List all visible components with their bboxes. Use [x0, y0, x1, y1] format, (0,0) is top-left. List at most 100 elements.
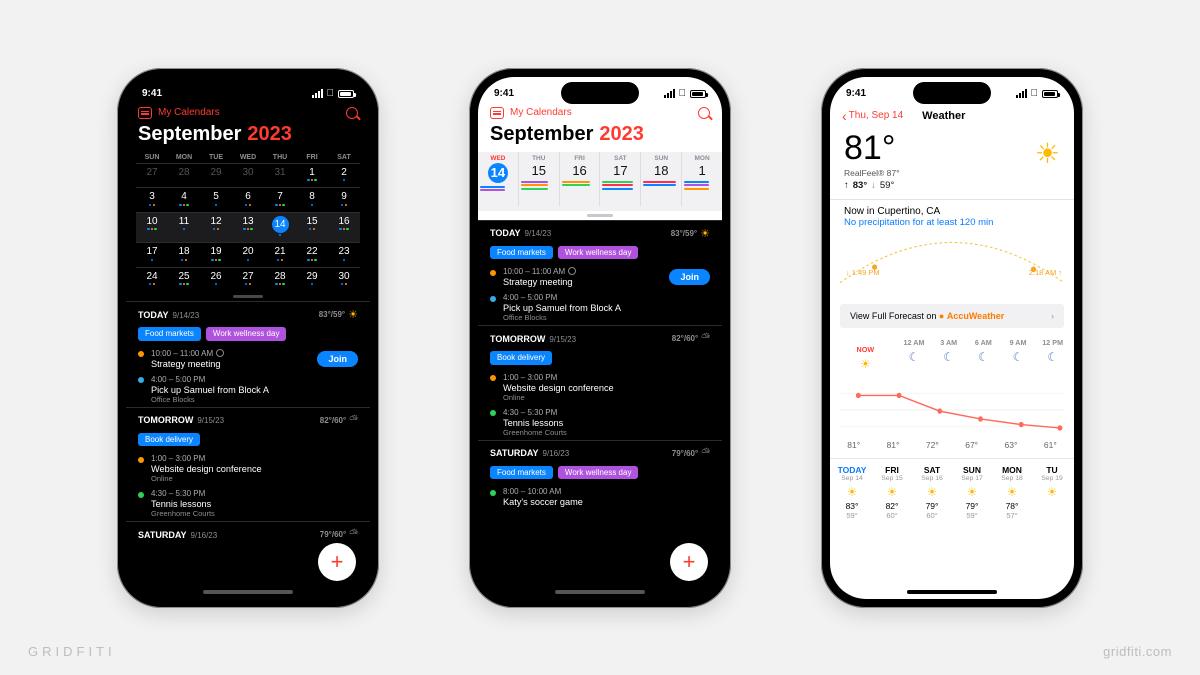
week-day[interactable]: THU15: [519, 152, 560, 206]
calendar-day[interactable]: 8: [296, 188, 328, 212]
event-tag[interactable]: Work wellness day: [558, 466, 639, 480]
calendar-day[interactable]: 16: [328, 213, 360, 243]
home-indicator[interactable]: [203, 590, 293, 594]
back-date[interactable]: Thu, Sep 14: [849, 110, 903, 121]
event-row[interactable]: 1:00 – 3:00 PM Website design conference…: [126, 451, 370, 486]
calendar-day[interactable]: 9: [328, 188, 360, 212]
calendar-day[interactable]: 1: [296, 164, 328, 188]
month-grid[interactable]: SUNMONTUEWEDTHUFRISAT2728293031123456789…: [126, 152, 370, 292]
calendar-day[interactable]: 4: [168, 188, 200, 212]
calendar-day[interactable]: 15: [296, 213, 328, 243]
event-tag[interactable]: Work wellness day: [558, 246, 639, 260]
calendar-day[interactable]: 6: [232, 188, 264, 212]
calendar-day[interactable]: 13: [232, 213, 264, 243]
calendar-day[interactable]: 20: [232, 243, 264, 267]
week-day[interactable]: SUN18: [641, 152, 682, 206]
week-day[interactable]: FRI16: [560, 152, 601, 206]
daily-col[interactable]: TUSep 19☀︎: [1032, 465, 1072, 520]
join-button[interactable]: Join: [317, 351, 358, 367]
week-strip[interactable]: WED14 THU15 FRI16 SAT17 SUN18 MON1: [478, 152, 722, 211]
calendar-day[interactable]: 10: [136, 213, 168, 243]
dynamic-island: [561, 82, 639, 104]
calendar-day[interactable]: 29: [200, 164, 232, 188]
back-button[interactable]: My Calendars: [490, 107, 572, 119]
add-event-button[interactable]: +: [318, 543, 356, 581]
calendar-day[interactable]: 21: [264, 243, 296, 267]
daily-col[interactable]: SUNSep 17☀︎ 79°59°: [952, 465, 992, 520]
daily-forecast[interactable]: TODAYSep 14☀︎ 83°59° FRISep 15☀︎ 82°60° …: [830, 458, 1074, 520]
calendar-day[interactable]: 30: [232, 164, 264, 188]
event-tag[interactable]: Food markets: [490, 246, 553, 260]
calendar-day[interactable]: 2: [328, 164, 360, 188]
event-row[interactable]: 4:00 – 5:00 PM Pick up Samuel from Block…: [478, 290, 722, 325]
calendar-day[interactable]: 17: [136, 243, 168, 267]
hourly-col[interactable]: 3 AM☾: [931, 338, 966, 378]
home-indicator[interactable]: [907, 590, 997, 594]
calendar-day[interactable]: 18: [168, 243, 200, 267]
event-tag[interactable]: Book delivery: [138, 433, 200, 447]
dynamic-island: [209, 82, 287, 104]
month-title[interactable]: September 2023: [478, 123, 722, 152]
precip-text[interactable]: No precipitation for at least 120 min: [844, 217, 1060, 228]
event-tag[interactable]: Food markets: [138, 327, 201, 341]
event-tag[interactable]: Food markets: [490, 466, 553, 480]
event-tag[interactable]: Book delivery: [490, 351, 552, 365]
calendar-day[interactable]: 26: [200, 268, 232, 292]
daily-col[interactable]: FRISep 15☀︎ 82°60°: [872, 465, 912, 520]
calendar-day[interactable]: 27: [232, 268, 264, 292]
event-tag[interactable]: Work wellness day: [206, 327, 287, 341]
month-title[interactable]: September 2023: [126, 123, 370, 152]
calendar-day[interactable]: 5: [200, 188, 232, 212]
chevron-left-icon[interactable]: ‹: [842, 108, 847, 124]
calendar-day[interactable]: 12: [200, 213, 232, 243]
wifi-icon: 􀙇: [327, 88, 335, 99]
calendar-day[interactable]: 28: [168, 164, 200, 188]
calendar-day[interactable]: 29: [296, 268, 328, 292]
event-row[interactable]: 10:00 – 11:00 AM Strategy meeting Join: [126, 346, 370, 372]
week-day[interactable]: MON1: [682, 152, 722, 206]
calendar-day[interactable]: 3: [136, 188, 168, 212]
hourly-col[interactable]: NOW☀︎: [834, 338, 897, 378]
event-row[interactable]: 4:30 – 5:30 PM Tennis lessonsGreenhome C…: [126, 486, 370, 521]
calendar-day[interactable]: 24: [136, 268, 168, 292]
daily-col[interactable]: SATSep 16☀︎ 79°60°: [912, 465, 952, 520]
calendar-day[interactable]: 22: [296, 243, 328, 267]
calendar-day[interactable]: 7: [264, 188, 296, 212]
hourly-col[interactable]: 9 AM☾: [1001, 338, 1036, 378]
back-button[interactable]: My Calendars: [138, 107, 220, 119]
calendar-day[interactable]: 14: [264, 213, 296, 243]
calendar-day[interactable]: 28: [264, 268, 296, 292]
full-forecast-link[interactable]: View Full Forecast on ● AccuWeather ›: [840, 304, 1064, 328]
calendar-day[interactable]: 25: [168, 268, 200, 292]
calendar-day[interactable]: 31: [264, 164, 296, 188]
calendar-day[interactable]: 11: [168, 213, 200, 243]
home-indicator[interactable]: [555, 590, 645, 594]
search-icon[interactable]: [346, 107, 358, 119]
calendars-icon: [138, 107, 152, 119]
daily-col[interactable]: TODAYSep 14☀︎ 83°59°: [832, 465, 872, 520]
phone-week-view: 9:41 􀙇 My Calendars September 2023: [469, 68, 731, 608]
hourly-col[interactable]: 6 AM☾: [966, 338, 1001, 378]
drag-handle[interactable]: [587, 214, 613, 217]
event-row[interactable]: 4:00 – 5:00 PM Pick up Samuel from Block…: [126, 372, 370, 407]
event-row[interactable]: 4:30 – 5:30 PM Tennis lessonsGreenhome C…: [478, 405, 722, 440]
drag-handle[interactable]: [233, 295, 263, 298]
calendar-day[interactable]: 23: [328, 243, 360, 267]
event-row[interactable]: 10:00 – 11:00 AM Strategy meeting Join: [478, 264, 722, 290]
add-event-button[interactable]: +: [670, 543, 708, 581]
dynamic-island: [913, 82, 991, 104]
hourly-forecast[interactable]: NOW☀︎ 12 AM☾ 3 AM☾ 6 AM☾ 9 AM☾ 12 PM☾: [830, 328, 1074, 382]
calendar-day[interactable]: 27: [136, 164, 168, 188]
event-row[interactable]: 8:00 – 10:00 AM Katy's soccer game: [478, 484, 722, 510]
week-day[interactable]: WED14: [478, 152, 519, 206]
week-day[interactable]: SAT17: [600, 152, 641, 206]
daily-col[interactable]: MONSep 18☀︎ 78°57°: [992, 465, 1032, 520]
event-row[interactable]: 1:00 – 3:00 PM Website design conference…: [478, 370, 722, 405]
search-icon[interactable]: [698, 107, 710, 119]
event-dot: [490, 410, 496, 416]
join-button[interactable]: Join: [669, 269, 710, 285]
calendar-day[interactable]: 19: [200, 243, 232, 267]
hourly-col[interactable]: 12 PM☾: [1035, 338, 1070, 378]
hourly-col[interactable]: 12 AM☾: [897, 338, 932, 378]
calendar-day[interactable]: 30: [328, 268, 360, 292]
